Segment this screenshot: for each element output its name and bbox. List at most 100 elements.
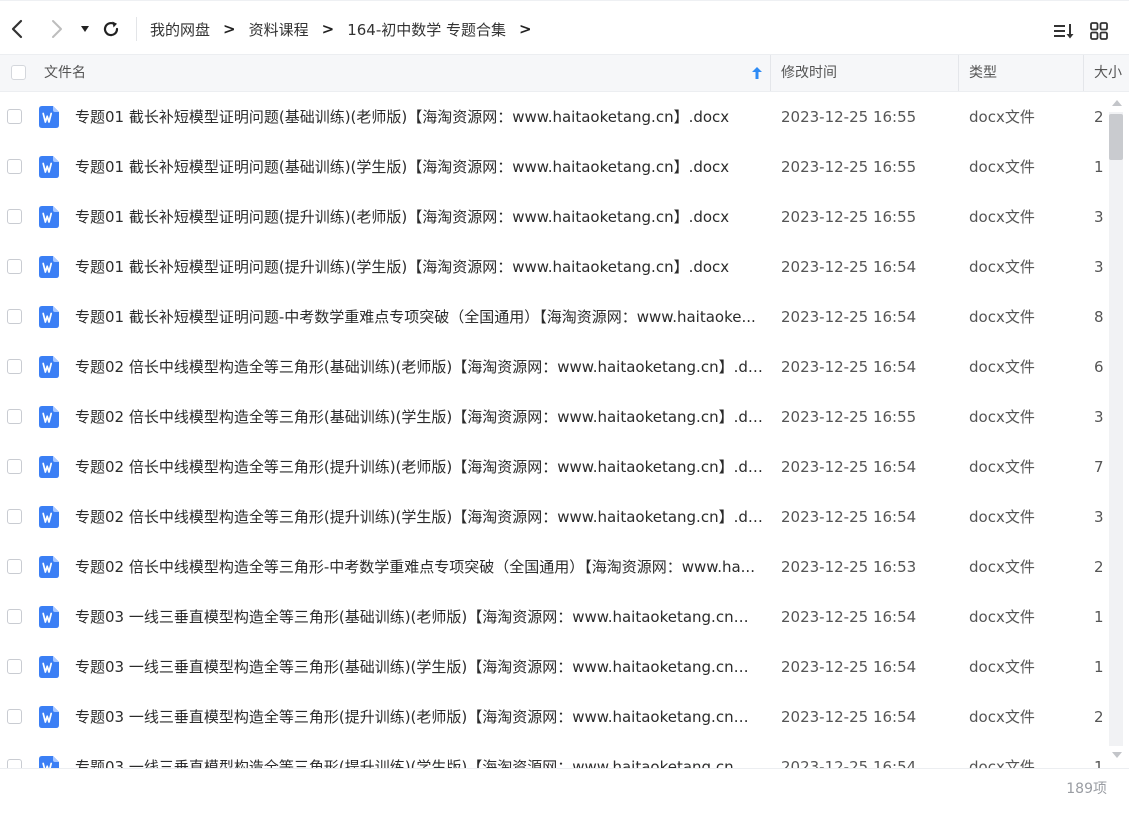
file-name[interactable]: 专题03 一线三垂直模型构造全等三角形(提升训练)(学生版)【海淘资源网：www… <box>75 742 763 768</box>
file-row[interactable]: 专题01 截长补短模型证明问题(基础训练)(学生版)【海淘资源网：www.hai… <box>0 142 1106 192</box>
row-checkbox[interactable] <box>7 559 22 574</box>
file-size: 3 <box>1094 508 1104 526</box>
view-toggle-button[interactable] <box>1087 19 1111 43</box>
breadcrumb-separator: > <box>223 20 236 38</box>
file-name[interactable]: 专题03 一线三垂直模型构造全等三角形(基础训练)(老师版)【海淘资源网：www… <box>75 592 763 642</box>
row-checkbox[interactable] <box>7 409 22 424</box>
file-name[interactable]: 专题02 倍长中线模型构造全等三角形-中考数学重难点专项突破（全国通用）【海淘资… <box>75 542 763 592</box>
back-button[interactable] <box>5 15 29 43</box>
history-dropdown-button[interactable] <box>73 15 97 43</box>
row-checkbox[interactable] <box>7 259 22 274</box>
file-modified-time: 2023-12-25 16:54 <box>781 708 917 726</box>
file-modified-time: 2023-12-25 16:53 <box>781 558 917 576</box>
scrollbar-thumb[interactable] <box>1109 114 1123 160</box>
column-type-header[interactable]: 类型 <box>969 55 997 91</box>
breadcrumb-item-root[interactable]: 我的网盘 <box>150 19 210 40</box>
column-divider[interactable] <box>770 55 771 91</box>
file-type: docx文件 <box>969 108 1035 126</box>
file-size: 6 <box>1094 358 1104 376</box>
chevron-left-icon <box>11 19 23 39</box>
file-name[interactable]: 专题02 倍长中线模型构造全等三角形(提升训练)(老师版)【海淘资源网：www.… <box>75 442 763 492</box>
word-doc-icon <box>39 306 59 328</box>
file-size: 8 <box>1094 308 1104 326</box>
file-row[interactable]: 专题03 一线三垂直模型构造全等三角形(基础训练)(老师版)【海淘资源网：www… <box>0 592 1106 642</box>
forward-button[interactable] <box>45 15 69 43</box>
file-row[interactable]: 专题01 截长补短模型证明问题-中考数学重难点专项突破（全国通用）【海淘资源网：… <box>0 292 1106 342</box>
file-name[interactable]: 专题03 一线三垂直模型构造全等三角形(基础训练)(学生版)【海淘资源网：www… <box>75 642 763 692</box>
word-doc-icon <box>39 456 59 478</box>
file-row[interactable]: 专题02 倍长中线模型构造全等三角形-中考数学重难点专项突破（全国通用）【海淘资… <box>0 542 1106 592</box>
file-name[interactable]: 专题01 截长补短模型证明问题-中考数学重难点专项突破（全国通用）【海淘资源网：… <box>75 292 763 342</box>
select-all-checkbox[interactable] <box>11 65 26 80</box>
column-header: 文件名 修改时间 类型 大小 <box>0 54 1129 92</box>
column-size-header[interactable]: 大小 <box>1094 55 1122 91</box>
file-size: 1 <box>1094 608 1104 626</box>
breadcrumb-item-courses[interactable]: 资料课程 <box>249 19 309 40</box>
breadcrumb-item-current[interactable]: 164-初中数学 专题合集 <box>347 19 506 40</box>
file-size: 1 <box>1094 158 1104 176</box>
file-size: 1 <box>1094 658 1104 676</box>
file-row[interactable]: 专题02 倍长中线模型构造全等三角形(提升训练)(老师版)【海淘资源网：www.… <box>0 442 1106 492</box>
file-row[interactable]: 专题03 一线三垂直模型构造全等三角形(提升训练)(老师版)【海淘资源网：www… <box>0 692 1106 742</box>
file-row[interactable]: 专题01 截长补短模型证明问题(提升训练)(老师版)【海淘资源网：www.hai… <box>0 192 1106 242</box>
file-size: 2 <box>1094 708 1104 726</box>
grid-view-icon <box>1090 22 1108 40</box>
column-divider[interactable] <box>1083 55 1084 91</box>
row-checkbox[interactable] <box>7 359 22 374</box>
file-modified-time: 2023-12-25 16:55 <box>781 158 917 176</box>
row-checkbox[interactable] <box>7 709 22 724</box>
word-doc-icon <box>39 606 59 628</box>
refresh-button[interactable] <box>99 15 123 43</box>
toolbar: 我的网盘 > 资料课程 > 164-初中数学 专题合集 > <box>0 0 1129 54</box>
file-name[interactable]: 专题01 截长补短模型证明问题(基础训练)(老师版)【海淘资源网：www.hai… <box>75 92 763 142</box>
file-row[interactable]: 专题03 一线三垂直模型构造全等三角形(提升训练)(学生版)【海淘资源网：www… <box>0 742 1106 768</box>
file-type: docx文件 <box>969 458 1035 476</box>
row-checkbox[interactable] <box>7 309 22 324</box>
breadcrumb: 我的网盘 > 资料课程 > 164-初中数学 专题合集 > <box>150 1 545 57</box>
file-name[interactable]: 专题03 一线三垂直模型构造全等三角形(提升训练)(老师版)【海淘资源网：www… <box>75 692 763 742</box>
row-checkbox[interactable] <box>7 109 22 124</box>
file-row[interactable]: 专题02 倍长中线模型构造全等三角形(基础训练)(学生版)【海淘资源网：www.… <box>0 392 1106 442</box>
breadcrumb-separator[interactable]: > <box>519 20 532 38</box>
word-doc-icon <box>39 356 59 378</box>
scroll-up-arrow-icon[interactable] <box>1110 98 1124 108</box>
file-row[interactable]: 专题03 一线三垂直模型构造全等三角形(基础训练)(学生版)【海淘资源网：www… <box>0 642 1106 692</box>
column-modified-header[interactable]: 修改时间 <box>781 55 837 91</box>
file-name[interactable]: 专题02 倍长中线模型构造全等三角形(基础训练)(老师版)【海淘资源网：www.… <box>75 342 763 392</box>
row-checkbox[interactable] <box>7 159 22 174</box>
vertical-scrollbar[interactable] <box>1107 92 1127 768</box>
file-type: docx文件 <box>969 408 1035 426</box>
file-name[interactable]: 专题02 倍长中线模型构造全等三角形(基础训练)(学生版)【海淘资源网：www.… <box>75 392 763 442</box>
file-modified-time: 2023-12-25 16:54 <box>781 458 917 476</box>
file-modified-time: 2023-12-25 16:54 <box>781 758 917 768</box>
sort-icon <box>1054 24 1074 39</box>
file-row[interactable]: 专题02 倍长中线模型构造全等三角形(提升训练)(学生版)【海淘资源网：www.… <box>0 492 1106 542</box>
row-checkbox[interactable] <box>7 609 22 624</box>
word-doc-icon <box>39 706 59 728</box>
word-doc-icon <box>39 206 59 228</box>
file-name[interactable]: 专题01 截长补短模型证明问题(基础训练)(学生版)【海淘资源网：www.hai… <box>75 142 763 192</box>
row-checkbox[interactable] <box>7 659 22 674</box>
row-checkbox[interactable] <box>7 459 22 474</box>
file-size: 3 <box>1094 408 1104 426</box>
file-row[interactable]: 专题01 截长补短模型证明问题(基础训练)(老师版)【海淘资源网：www.hai… <box>0 92 1106 142</box>
scroll-down-arrow-icon[interactable] <box>1110 750 1124 760</box>
row-checkbox[interactable] <box>7 509 22 524</box>
item-count: 189项 <box>1066 781 1107 797</box>
column-name-header[interactable]: 文件名 <box>44 55 86 91</box>
column-divider[interactable] <box>958 55 959 91</box>
row-checkbox[interactable] <box>7 209 22 224</box>
file-name[interactable]: 专题01 截长补短模型证明问题(提升训练)(老师版)【海淘资源网：www.hai… <box>75 192 763 242</box>
row-checkbox[interactable] <box>7 759 22 768</box>
file-row[interactable]: 专题02 倍长中线模型构造全等三角形(基础训练)(老师版)【海淘资源网：www.… <box>0 342 1106 392</box>
file-size: 2 <box>1094 108 1104 126</box>
refresh-icon <box>103 21 119 37</box>
sort-ascending-icon[interactable] <box>751 66 763 80</box>
sort-button[interactable] <box>1052 19 1076 43</box>
scrollbar-track[interactable] <box>1109 112 1123 746</box>
file-name[interactable]: 专题02 倍长中线模型构造全等三角形(提升训练)(学生版)【海淘资源网：www.… <box>75 492 763 542</box>
status-bar: 189项 <box>0 768 1129 814</box>
word-doc-icon <box>39 506 59 528</box>
file-row[interactable]: 专题01 截长补短模型证明问题(提升训练)(学生版)【海淘资源网：www.hai… <box>0 242 1106 292</box>
file-name[interactable]: 专题01 截长补短模型证明问题(提升训练)(学生版)【海淘资源网：www.hai… <box>75 242 763 292</box>
